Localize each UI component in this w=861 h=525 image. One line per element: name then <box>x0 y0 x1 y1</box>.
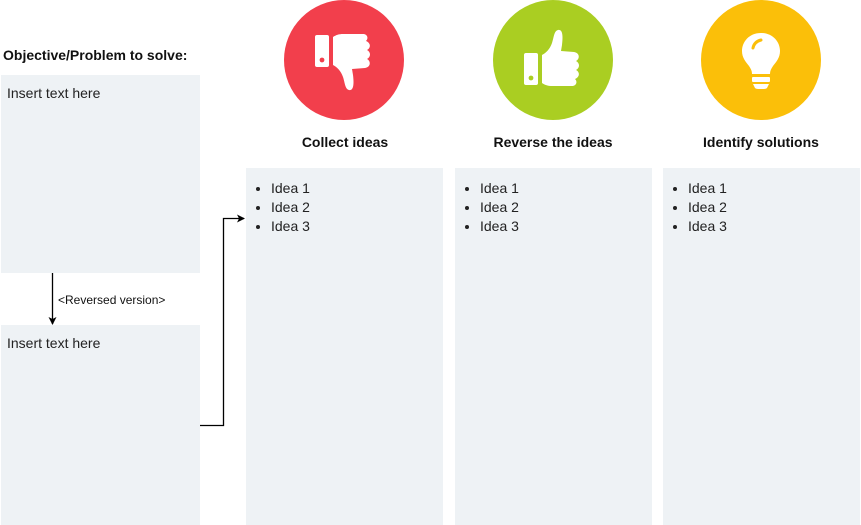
reversed-text-box[interactable]: Insert text here <box>1 325 200 525</box>
reversed-version-label: <Reversed version> <box>58 293 166 307</box>
list-item[interactable]: Idea 1 <box>480 179 652 198</box>
list-item[interactable]: Idea 2 <box>688 198 860 217</box>
objective-text[interactable]: Insert text here <box>7 85 100 101</box>
list-item[interactable]: Idea 2 <box>271 198 443 217</box>
collect-ideas-circle <box>284 0 404 120</box>
reverse-ideas-title: Reverse the ideas <box>493 134 613 150</box>
list-item[interactable]: Idea 1 <box>688 179 860 198</box>
thumbs-up-icon <box>524 29 579 86</box>
reverse-ideas-circle <box>493 0 613 120</box>
thumbs-down-icon <box>315 34 370 91</box>
identify-solutions-circle <box>701 0 821 120</box>
list-item[interactable]: Idea 3 <box>480 217 652 236</box>
identify-solutions-list: Idea 1 Idea 2 Idea 3 <box>663 179 860 236</box>
elbow-arrow <box>200 214 245 427</box>
collect-ideas-list: Idea 1 Idea 2 Idea 3 <box>246 179 443 236</box>
list-item[interactable]: Idea 3 <box>688 217 860 236</box>
list-item[interactable]: Idea 3 <box>271 217 443 236</box>
objective-text-box[interactable]: Insert text here <box>1 75 200 273</box>
reverse-ideas-panel[interactable]: Idea 1 Idea 2 Idea 3 <box>455 168 652 525</box>
lightbulb-icon <box>742 33 780 89</box>
list-item[interactable]: Idea 1 <box>271 179 443 198</box>
reversed-text[interactable]: Insert text here <box>7 335 100 351</box>
identify-solutions-title: Identify solutions <box>703 134 819 150</box>
identify-solutions-panel[interactable]: Idea 1 Idea 2 Idea 3 <box>663 168 860 525</box>
objective-title: Objective/Problem to solve: <box>3 47 188 63</box>
collect-ideas-title: Collect ideas <box>301 134 389 150</box>
collect-ideas-panel[interactable]: Idea 1 Idea 2 Idea 3 <box>246 168 443 525</box>
list-item[interactable]: Idea 2 <box>480 198 652 217</box>
reverse-ideas-list: Idea 1 Idea 2 Idea 3 <box>455 179 652 236</box>
